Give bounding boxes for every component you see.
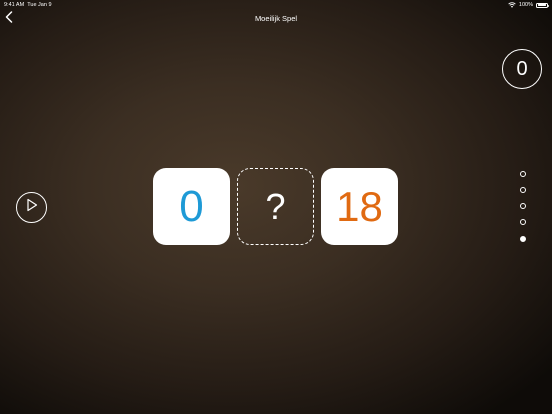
number-left: 0: [179, 181, 204, 231]
status-time-text: 9:41 AM: [4, 2, 25, 8]
play-button[interactable]: [16, 192, 47, 223]
question-mark: ?: [265, 185, 286, 227]
page-title: Moeilijk Spel: [254, 14, 298, 23]
status-bar: 9:41 AM Tue Jan 9 100%: [0, 0, 552, 10]
battery-percent: 100%: [518, 2, 533, 8]
status-time: 9:41 AM Tue Jan 9: [4, 2, 52, 8]
progress-dot-active: [520, 236, 526, 242]
score-counter: 0: [502, 49, 542, 89]
wifi-icon: [508, 2, 516, 8]
status-right: 100%: [508, 2, 549, 8]
progress-dot: [520, 171, 526, 177]
score-value: 0: [516, 57, 528, 80]
status-date-text: Tue Jan 9: [27, 2, 52, 8]
progress-dot: [520, 187, 526, 193]
progress-dot: [520, 203, 526, 209]
progress-dot: [520, 219, 526, 225]
answer-slot[interactable]: ?: [237, 168, 314, 245]
number-right: 18: [336, 182, 383, 230]
play-icon: [26, 198, 38, 217]
number-tile-left: 0: [153, 168, 230, 245]
number-tile-right: 18: [321, 168, 398, 245]
battery-icon: [536, 2, 549, 8]
